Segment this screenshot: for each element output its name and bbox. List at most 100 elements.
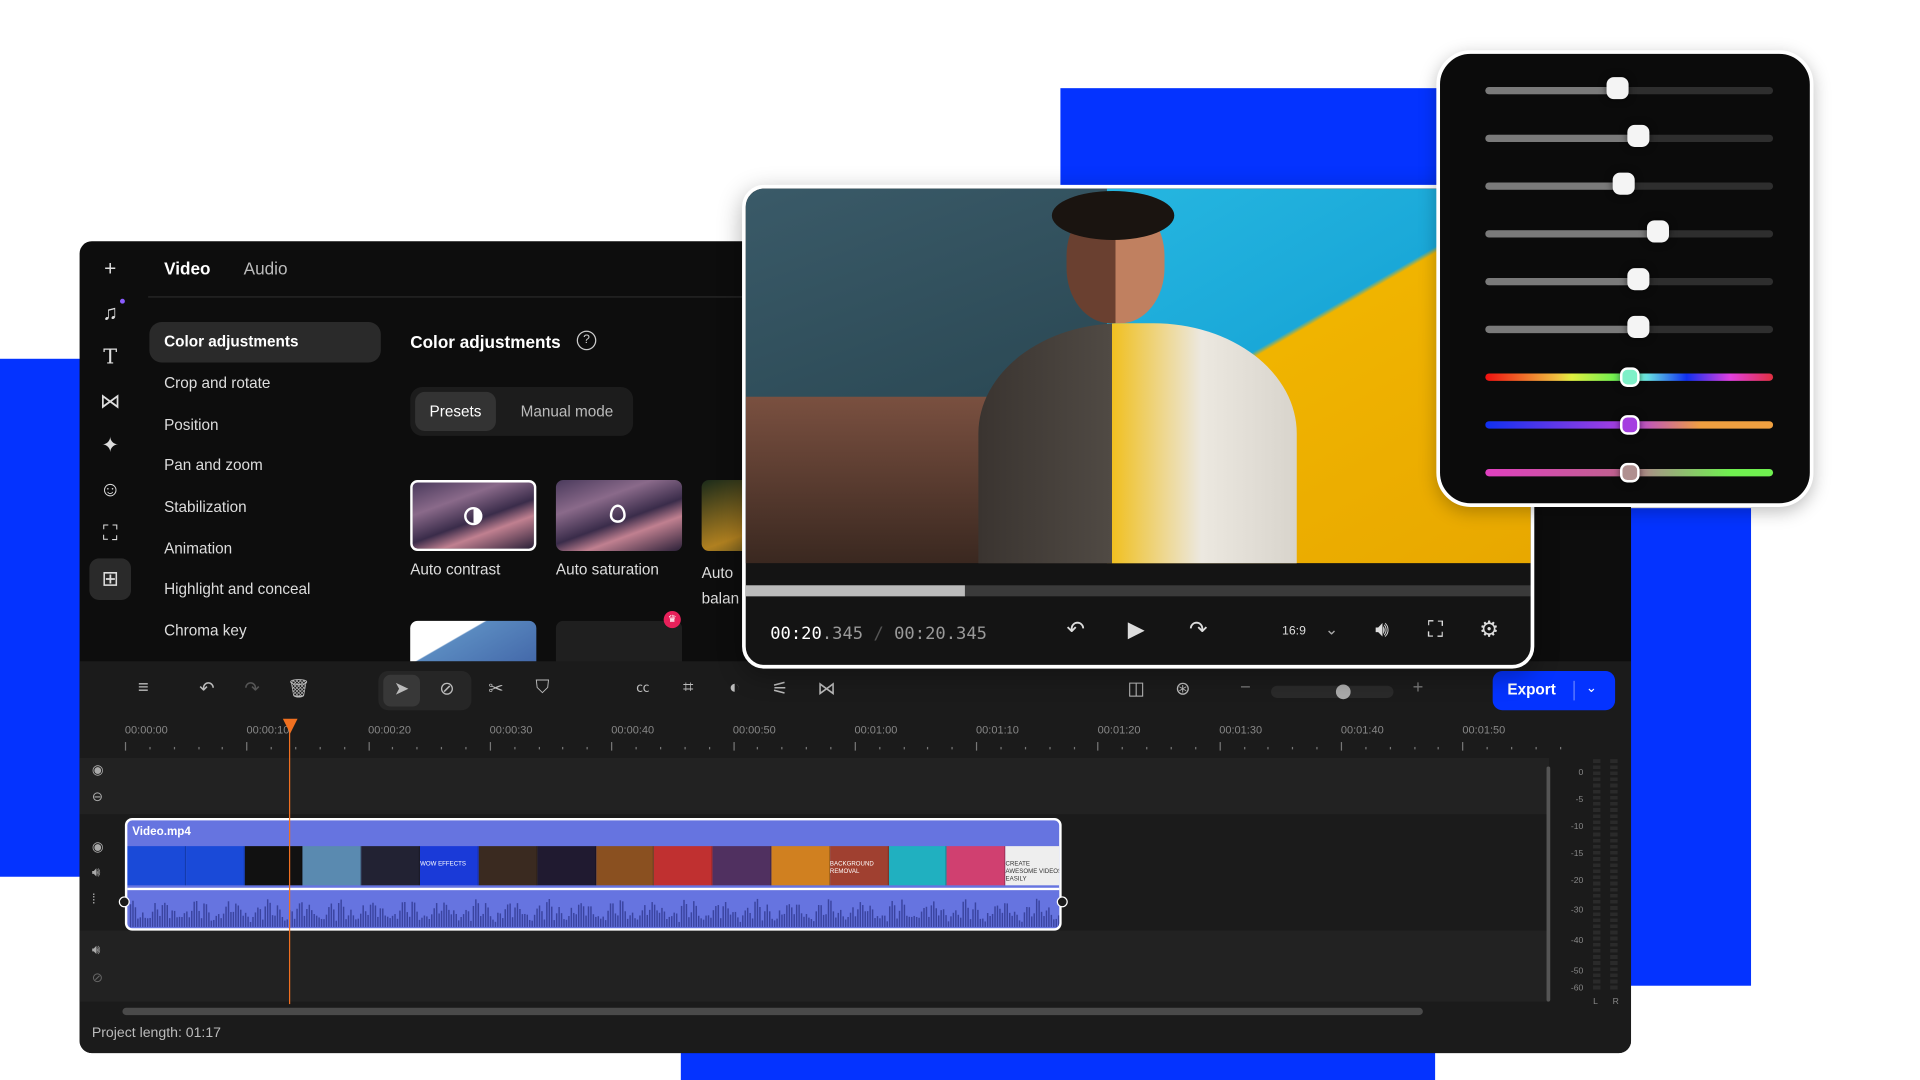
divider	[1573, 680, 1575, 701]
ruler-tick	[368, 742, 370, 751]
wave-bar	[536, 908, 538, 927]
wave-bar	[195, 901, 198, 927]
horizontal-scrollbar[interactable]	[122, 1007, 1423, 1016]
adjustment-slider[interactable]	[1485, 315, 1774, 338]
slider-thumb[interactable]	[1619, 367, 1639, 387]
menu-crop-rotate[interactable]: Crop and rotate	[149, 364, 380, 404]
effects-icon[interactable]: ✦	[89, 427, 131, 464]
music-icon[interactable]: ♫	[89, 295, 131, 332]
slider-thumb[interactable]	[1619, 462, 1639, 483]
wave-bar	[205, 904, 208, 927]
progress-bar[interactable]	[745, 585, 1531, 597]
adjustment-slider[interactable]	[1485, 77, 1774, 100]
menu-chroma-key[interactable]: Chroma key	[149, 611, 380, 651]
wave-bar	[835, 917, 837, 927]
wave-bar	[979, 918, 982, 927]
video-frame[interactable]	[745, 188, 1531, 564]
divider	[148, 296, 834, 298]
aspect-ratio-select[interactable]: 16:9	[1282, 624, 1306, 637]
tab-video[interactable]: Video	[164, 258, 210, 278]
rewind-1s-icon[interactable]: ↶	[1067, 617, 1085, 643]
adjustment-slider[interactable]	[1485, 415, 1774, 435]
forward-1s-icon[interactable]: ↷	[1189, 617, 1207, 643]
slider-thumb[interactable]	[1646, 220, 1669, 243]
volume-icon[interactable]: 🔊︎	[1375, 617, 1389, 643]
eye-icon[interactable]: ◉	[92, 839, 104, 855]
clip-thumbnail	[946, 846, 1006, 886]
menu-color-adjustments[interactable]: Color adjustments	[149, 322, 381, 363]
wave-bar	[729, 914, 732, 927]
ruler-tick	[732, 742, 735, 751]
fullscreen-icon[interactable]: ⛶	[1428, 617, 1443, 643]
slider-thumb[interactable]	[1626, 268, 1649, 291]
wave-bar	[301, 902, 303, 927]
adjustment-slider[interactable]	[1485, 268, 1774, 291]
link-icon[interactable]: ⊖	[92, 789, 103, 805]
playhead-line[interactable]	[288, 728, 291, 1005]
unlink-icon[interactable]: ⊘	[92, 970, 103, 986]
menu-position[interactable]: Position	[149, 405, 380, 445]
slider-thumb[interactable]	[1612, 172, 1635, 195]
adjustment-slider[interactable]	[1485, 172, 1774, 195]
menu-highlight-conceal[interactable]: Highlight and conceal	[149, 569, 380, 609]
menu-animation[interactable]: Animation	[149, 529, 380, 569]
adjustment-slider[interactable]	[1485, 367, 1774, 387]
clip-thumbnail	[361, 846, 421, 886]
menu-pan-zoom[interactable]: Pan and zoom	[149, 446, 380, 486]
slider-thumb[interactable]	[1606, 77, 1629, 100]
slider-thumb[interactable]	[1619, 415, 1639, 435]
wave-bar	[590, 906, 592, 927]
wave-bar	[1033, 913, 1035, 927]
settings-icon[interactable]: ⚙	[1479, 617, 1499, 643]
split-icon[interactable]: ⁞	[92, 893, 96, 908]
slider-thumb[interactable]	[1626, 124, 1649, 147]
volume-icon[interactable]: 🔊︎	[92, 866, 100, 882]
vertical-scrollbar[interactable]	[1546, 766, 1551, 1002]
wave-bar	[230, 912, 232, 927]
wave-bar	[311, 910, 313, 927]
mode-presets[interactable]: Presets	[415, 391, 496, 432]
store-icon[interactable]: ⛶	[89, 516, 131, 553]
more-tools-icon[interactable]: ⊞	[89, 558, 132, 601]
ruler[interactable]: 00:00:00 00:00:10 00:00:20 00:00:30 00:00:40…	[80, 661, 1561, 753]
help-icon[interactable]: ?	[576, 330, 597, 351]
wave-bar	[690, 912, 693, 927]
preset-auto-saturation[interactable]	[555, 480, 683, 552]
ruler-tick	[1316, 746, 1318, 750]
wave-bar	[803, 916, 805, 927]
adjustment-slider[interactable]	[1485, 124, 1774, 147]
wave-bar	[986, 913, 989, 927]
stickers-icon[interactable]: ☺	[89, 471, 131, 508]
transitions-icon[interactable]: ⋈	[89, 383, 131, 420]
wave-bar	[680, 905, 683, 927]
clip-trim-handle-right[interactable]	[1056, 896, 1068, 908]
preset-auto-contrast[interactable]	[410, 480, 537, 552]
wave-bar	[641, 910, 644, 927]
adjustment-slider[interactable]	[1485, 462, 1774, 483]
wave-bar	[1053, 919, 1055, 927]
wave-bar	[960, 917, 962, 927]
volume-icon[interactable]: 🔊︎	[92, 943, 100, 959]
chevron-down-icon[interactable]: ⌄	[1325, 620, 1338, 640]
adjustment-slider[interactable]	[1485, 220, 1774, 243]
mode-manual[interactable]: Manual mode	[506, 392, 628, 431]
slider-thumb[interactable]	[1626, 315, 1649, 338]
text-icon[interactable]: T	[89, 339, 131, 376]
video-clip[interactable]: Video.mp4 WOW EFFECTS BACKGROUND REMOVAL C…	[124, 817, 1062, 931]
play-icon[interactable]: ▶	[1128, 617, 1145, 643]
plus-icon[interactable]: +	[89, 251, 131, 288]
ruler-tick	[1389, 746, 1391, 750]
clip-trim-handle-left[interactable]	[118, 896, 130, 908]
playhead-handle[interactable]	[282, 718, 298, 734]
wave-bar	[347, 915, 350, 927]
wave-bar	[928, 916, 930, 927]
chevron-down-icon[interactable]: ⌄	[1586, 680, 1597, 696]
tab-audio[interactable]: Audio	[244, 258, 288, 278]
wave-bar	[947, 921, 950, 927]
eye-icon[interactable]: ◉	[92, 762, 104, 778]
wave-bar	[874, 918, 876, 927]
menu-stabilization[interactable]: Stabilization	[149, 487, 380, 527]
wave-bar	[1004, 903, 1006, 927]
wave-bar	[678, 921, 680, 927]
wave-bar	[800, 913, 803, 927]
